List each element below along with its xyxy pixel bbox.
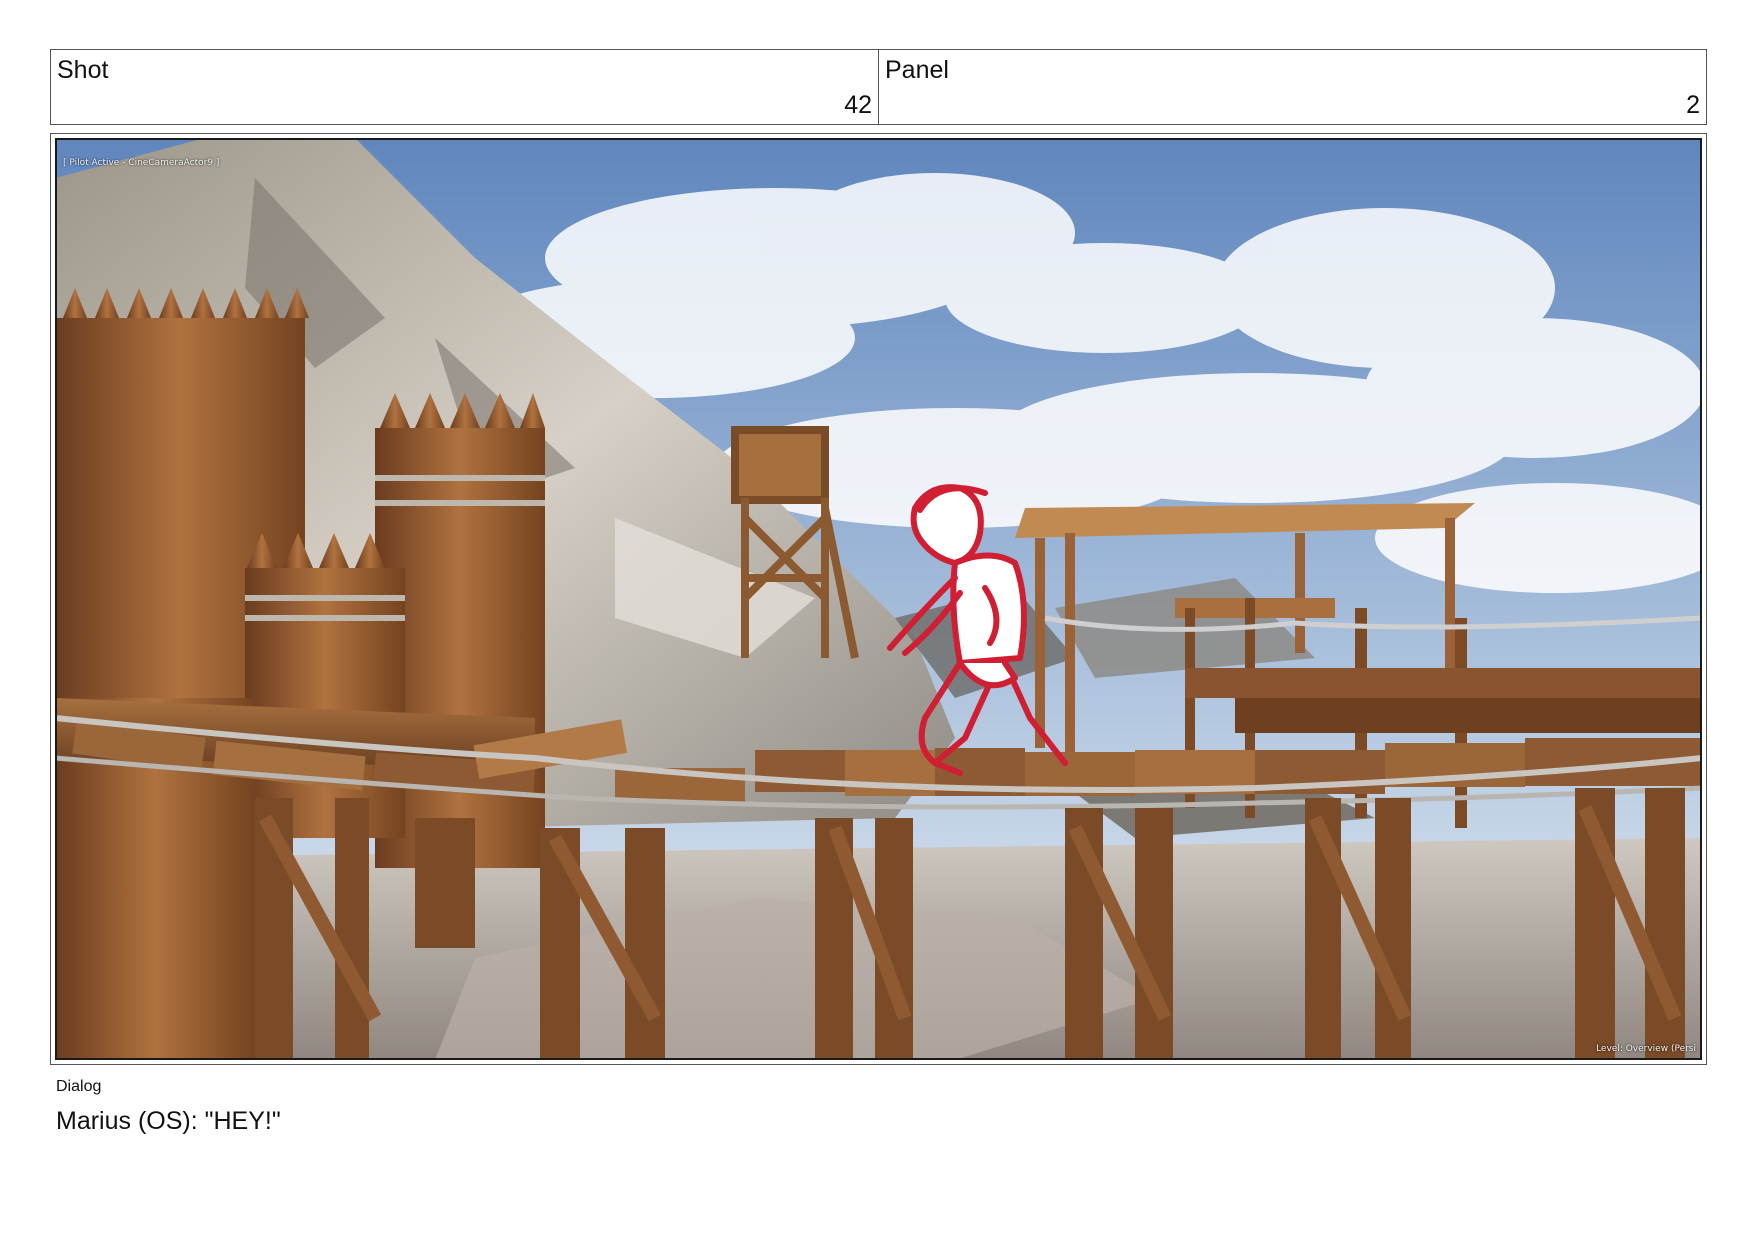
scene-viewport: [ Pilot Active - CineCameraActor9 ] Leve…	[55, 138, 1702, 1060]
level-label: Level: Overview (Persi	[1596, 1044, 1696, 1054]
scene-illustration	[55, 138, 1702, 1060]
panel-number: 2	[1686, 91, 1700, 119]
panel-label: Panel	[885, 56, 949, 84]
panel-cell: Panel 2	[878, 50, 1706, 124]
shot-label: Shot	[57, 56, 109, 84]
pilot-active-label: [ Pilot Active - CineCameraActor9 ]	[63, 158, 220, 168]
storyboard-frame: [ Pilot Active - CineCameraActor9 ] Leve…	[50, 133, 1707, 1065]
storyboard-header: Shot 42 Panel 2	[50, 49, 1707, 125]
shot-cell: Shot 42	[51, 50, 878, 124]
shot-number: 42	[844, 91, 872, 119]
dialog-text: Marius (OS): "HEY!"	[56, 1107, 281, 1135]
dialog-label: Dialog	[56, 1078, 102, 1095]
